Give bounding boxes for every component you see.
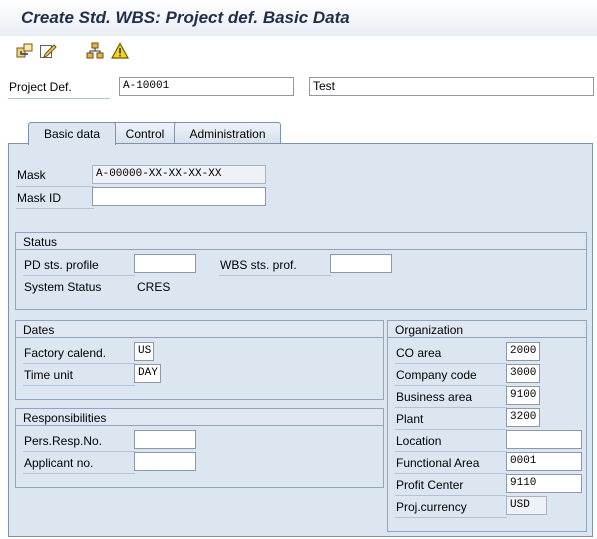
company-code-field[interactable]: 3000 [506, 364, 540, 383]
label-underline [23, 275, 135, 276]
project-description-field[interactable]: Test [309, 77, 594, 96]
label-underline [23, 451, 135, 452]
dates-group-title: Dates [16, 321, 383, 338]
factory-calendar-field[interactable]: US [134, 342, 154, 361]
project-currency-label: Proj.currency [396, 500, 467, 514]
co-area-field[interactable]: 2000 [506, 342, 540, 361]
pd-status-profile-field[interactable] [134, 254, 196, 273]
title-bar: Create Std. WBS: Project def. Basic Data [0, 0, 597, 36]
label-underline [16, 186, 94, 187]
mask-id-field[interactable] [92, 187, 266, 206]
wbs-status-profile-label: WBS sts. prof. [220, 258, 297, 272]
pd-status-profile-label: PD sts. profile [24, 258, 99, 272]
profit-center-label: Profit Center [396, 478, 464, 492]
responsibilities-group: Responsibilities Pers.Resp.No. Applicant… [15, 408, 384, 488]
label-underline [16, 208, 94, 209]
applicant-number-field[interactable] [134, 452, 196, 471]
label-underline [23, 385, 135, 386]
functional-area-label: Functional Area [396, 456, 480, 470]
label-underline [395, 429, 507, 430]
project-currency-field[interactable]: USD [506, 496, 547, 515]
responsibilities-group-title: Responsibilities [16, 409, 383, 426]
label-underline [8, 98, 110, 99]
warning-icon[interactable] [110, 42, 130, 60]
hierarchy-edit-icon[interactable] [16, 42, 34, 60]
status-group-title: Status [16, 233, 586, 250]
project-def-field[interactable]: A-10001 [119, 77, 294, 96]
wbs-status-profile-field[interactable] [330, 254, 392, 273]
label-underline [395, 407, 507, 408]
label-underline [23, 473, 135, 474]
label-underline [395, 385, 507, 386]
label-underline [395, 451, 507, 452]
tab-basic-data[interactable]: Basic data [28, 122, 116, 145]
label-underline [395, 495, 507, 496]
organization-group-title: Organization [388, 321, 586, 338]
label-underline [395, 517, 507, 518]
person-responsible-label: Pers.Resp.No. [24, 434, 103, 448]
person-responsible-field[interactable] [134, 430, 196, 449]
plant-label: Plant [396, 412, 424, 426]
label-underline [395, 473, 507, 474]
time-unit-field[interactable]: DAY [134, 364, 161, 383]
co-area-label: CO area [396, 346, 442, 360]
label-underline [219, 275, 331, 276]
status-group: Status PD sts. profile WBS sts. prof. Sy… [15, 232, 587, 310]
structure-icon[interactable] [86, 42, 104, 60]
company-code-label: Company code [396, 368, 477, 382]
location-field[interactable] [506, 430, 582, 449]
basic-data-panel: Mask A-00000-XX-XX-XX-XX Mask ID Status … [8, 143, 593, 537]
business-area-field[interactable]: 9100 [506, 386, 540, 405]
mask-field[interactable]: A-00000-XX-XX-XX-XX [92, 165, 266, 184]
tab-control[interactable]: Control [107, 122, 183, 144]
mask-label: Mask [17, 168, 46, 182]
functional-area-field[interactable]: 0001 [506, 452, 582, 471]
system-status-value: CRES [137, 280, 171, 294]
time-unit-label: Time unit [24, 368, 73, 382]
page-title: Create Std. WBS: Project def. Basic Data [21, 8, 350, 27]
edit-icon[interactable] [39, 42, 57, 60]
plant-field[interactable]: 3200 [506, 408, 540, 427]
profit-center-field[interactable]: 9110 [506, 474, 582, 493]
label-underline [23, 363, 135, 364]
mask-id-label: Mask ID [17, 191, 62, 205]
location-label: Location [396, 434, 442, 448]
application-toolbar [0, 36, 597, 66]
system-status-label: System Status [24, 280, 102, 294]
applicant-number-label: Applicant no. [24, 456, 94, 470]
business-area-label: Business area [396, 390, 473, 404]
dates-group: Dates Factory calend. US Time unit DAY [15, 320, 384, 400]
organization-group: Organization CO area 2000 Company code 3… [387, 320, 587, 532]
tab-administration[interactable]: Administration [174, 122, 281, 144]
project-def-label: Project Def. [9, 80, 72, 94]
factory-calendar-label: Factory calend. [24, 346, 107, 360]
label-underline [395, 363, 507, 364]
